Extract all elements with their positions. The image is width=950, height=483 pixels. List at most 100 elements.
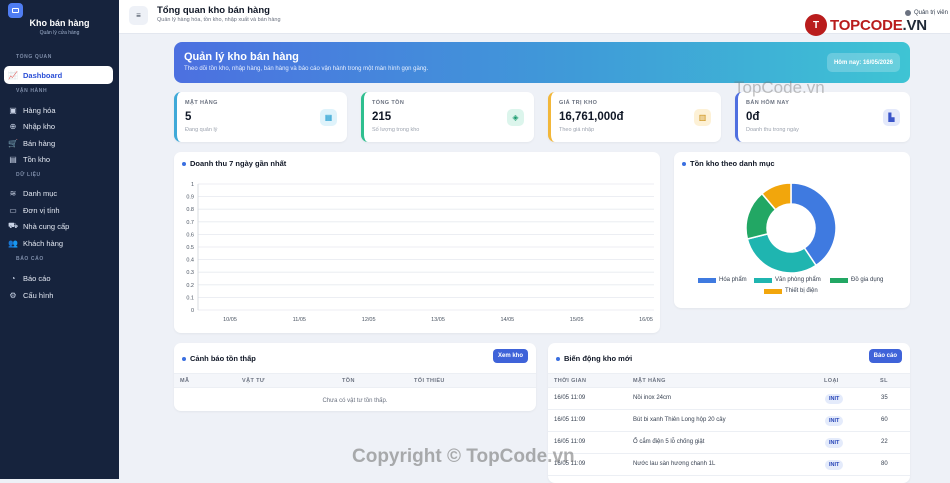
- cell-item: Nồi inox 24cm: [633, 395, 672, 401]
- stock-movements-card: Biến động kho mới Báo cáo Thời gian Mặt …: [548, 343, 910, 483]
- revenue-chart-card: Doanh thu 7 ngày gần nhất 0 0.1 0.2 0.3 0.4 0…: [174, 152, 660, 333]
- y-tick-label: 0.8: [186, 207, 194, 213]
- stat-card-stock-value: Giá trị kho 16,761,000đ Theo giá nhập ▥: [548, 92, 721, 142]
- section-reports: Báo cáo: [16, 256, 44, 262]
- sidebar-item-categories[interactable]: ≋ Danh mục: [4, 184, 113, 202]
- legend-swatch: [698, 277, 716, 283]
- table-row[interactable]: 16/05 11:09 Ổ cắm điện 5 lỗ chống giật I…: [548, 432, 910, 454]
- hero-title: Quản lý kho bán hàng: [184, 51, 299, 63]
- sidebar-item-label: Danh mục: [23, 188, 58, 198]
- col-code: Mã: [180, 378, 190, 384]
- sidebar-item-label: Tồn kho: [23, 154, 51, 164]
- stat-card-products: Mặt hàng 5 Đang quản lý ▦: [174, 92, 347, 142]
- legend-item[interactable]: Văn phòng phẩm: [754, 277, 821, 283]
- table-row[interactable]: 16/05 11:09 Nồi inox 24cm INIT 35: [548, 388, 910, 410]
- stat-card-sales-today: Bán hôm nay 0đ Doanh thu trong ngày ▙: [735, 92, 910, 142]
- hero-banner: Quản lý kho bán hàng Theo dõi tồn kho, n…: [174, 42, 910, 83]
- movements-title: Biến động kho mới: [564, 354, 633, 363]
- y-tick-label: 0.6: [186, 232, 194, 238]
- ruler-icon: ▭: [9, 205, 17, 215]
- legend-label: Thiết bị điện: [785, 288, 818, 294]
- topcode-logo-icon: T: [805, 14, 827, 36]
- stat-value: 16,761,000đ: [559, 111, 624, 123]
- sidebar-item-label: Dashboard: [23, 70, 63, 80]
- chart-line-icon: 📈: [8, 70, 18, 80]
- table-header: Mã Vật tư Tồn Tối thiểu: [174, 373, 536, 388]
- cell-qty: 80: [881, 461, 888, 467]
- brand-logo-icon: [8, 3, 23, 18]
- x-tick-label: 12/05: [362, 317, 376, 323]
- truck-icon: ⛟: [8, 221, 19, 230]
- sidebar-item-customers[interactable]: 👥 Khách hàng: [4, 234, 113, 252]
- view-inventory-button[interactable]: Xem kho: [492, 349, 528, 363]
- title-dot-icon: [182, 356, 186, 361]
- stat-value: 5: [185, 111, 192, 123]
- empty-message: Chưa có vật tư tồn thấp.: [322, 398, 388, 404]
- legend-swatch: [754, 277, 772, 283]
- type-badge: INIT: [825, 460, 844, 470]
- type-badge: INIT: [825, 394, 844, 404]
- data-point: [645, 309, 647, 311]
- logo-text: TOPCODE: [830, 16, 903, 34]
- stat-note: Doanh thu trong ngày: [746, 127, 799, 133]
- cell-time: 16/05 11:09: [554, 395, 586, 401]
- brand-title: Kho bán hàng: [29, 18, 90, 28]
- menu-toggle-button[interactable]: ≡: [129, 6, 148, 25]
- category-donut-chart: [745, 182, 837, 274]
- legend-item[interactable]: Đồ gia dụng: [830, 277, 883, 283]
- sidebar-item-dashboard[interactable]: 📈 Dashboard: [4, 66, 113, 84]
- legend-label: Văn phòng phẩm: [775, 277, 821, 283]
- copyright-watermark: Copyright © TopCode.vn: [352, 446, 575, 467]
- data-point: [298, 309, 300, 311]
- site-watermark: TopCode.vn: [734, 78, 825, 97]
- donut-slice: [746, 232, 818, 274]
- sidebar-item-label: Đơn vị tính: [23, 205, 60, 215]
- legend-swatch: [830, 277, 848, 283]
- logo-suffix: .VN: [902, 16, 928, 34]
- sidebar-item-label: Cấu hình: [23, 290, 54, 300]
- y-tick-label: 1: [191, 182, 194, 188]
- cell-qty: 35: [881, 395, 888, 401]
- gear-icon: ⚙: [9, 290, 17, 300]
- col-minimum: Tối thiểu: [414, 378, 445, 384]
- movements-table: Thời gian Mặt hàng Loại SL 16/05 11:09 N…: [548, 373, 910, 476]
- y-tick-label: 0.7: [186, 220, 194, 226]
- stat-label: Mặt hàng: [185, 100, 218, 106]
- sidebar-item-label: Hàng hóa: [23, 105, 56, 115]
- y-tick-label: 0.4: [186, 258, 194, 264]
- stat-card-total-stock: Tổng tồn 215 Số lượng trong kho ◈: [361, 92, 534, 142]
- sidebar-item-settings[interactable]: ⚙ Cấu hình: [4, 286, 113, 304]
- x-tick-label: 15/05: [570, 317, 584, 323]
- sidebar-item-suppliers[interactable]: ⛟ Nhà cung cấp: [4, 217, 113, 235]
- legend-item[interactable]: Hóa phẩm: [698, 277, 747, 283]
- data-point: [229, 309, 231, 311]
- sidebar-item-inventory[interactable]: ▤ Tồn kho: [4, 150, 113, 168]
- cell-item: Nước lau sàn hương chanh 1L: [633, 461, 716, 467]
- cell-qty: 22: [881, 439, 888, 445]
- data-point: [437, 309, 439, 311]
- col-type: Loại: [824, 378, 839, 384]
- data-point: [506, 309, 508, 311]
- section-operations: Vận hành: [16, 88, 48, 94]
- table-header: Thời gian Mặt hàng Loại SL: [548, 373, 910, 388]
- users-icon: 👥: [8, 238, 18, 248]
- brand-subtitle: Quản lý cửa hàng: [39, 30, 80, 36]
- y-tick-label: 0.9: [186, 195, 194, 201]
- sidebar: Kho bán hàng Quản lý cửa hàng Tổng quan …: [0, 0, 119, 479]
- col-qty: SL: [880, 378, 888, 384]
- topcode-logo: T TOPCODE.VN: [805, 12, 935, 38]
- y-tick-label: 0.5: [186, 245, 194, 251]
- sidebar-item-import[interactable]: ⊕ Nhập kho: [4, 117, 113, 135]
- table-row[interactable]: 16/05 11:09 Nước lau sàn hương chanh 1L …: [548, 454, 910, 476]
- report-button[interactable]: Báo cáo: [868, 349, 902, 363]
- type-badge: INIT: [825, 438, 844, 448]
- legend-item[interactable]: Thiết bị điện: [764, 288, 818, 294]
- title-dot-icon: [556, 356, 560, 361]
- y-tick-label: 0.2: [186, 283, 194, 289]
- box-icon: ▦: [320, 109, 337, 126]
- table-row[interactable]: 16/05 11:09 Bút bi xanh Thiên Long hộp 2…: [548, 410, 910, 432]
- sidebar-item-reports[interactable]: ◔ Báo cáo: [4, 269, 113, 287]
- revenue-line-chart: 0 0.1 0.2 0.3 0.4 0.5 0.6 0.7 0.8 0.9 1 10/05 11/05 1…: [186, 182, 654, 323]
- y-tick-label: 0.3: [186, 270, 194, 276]
- pie-chart-icon: ◔: [10, 273, 16, 283]
